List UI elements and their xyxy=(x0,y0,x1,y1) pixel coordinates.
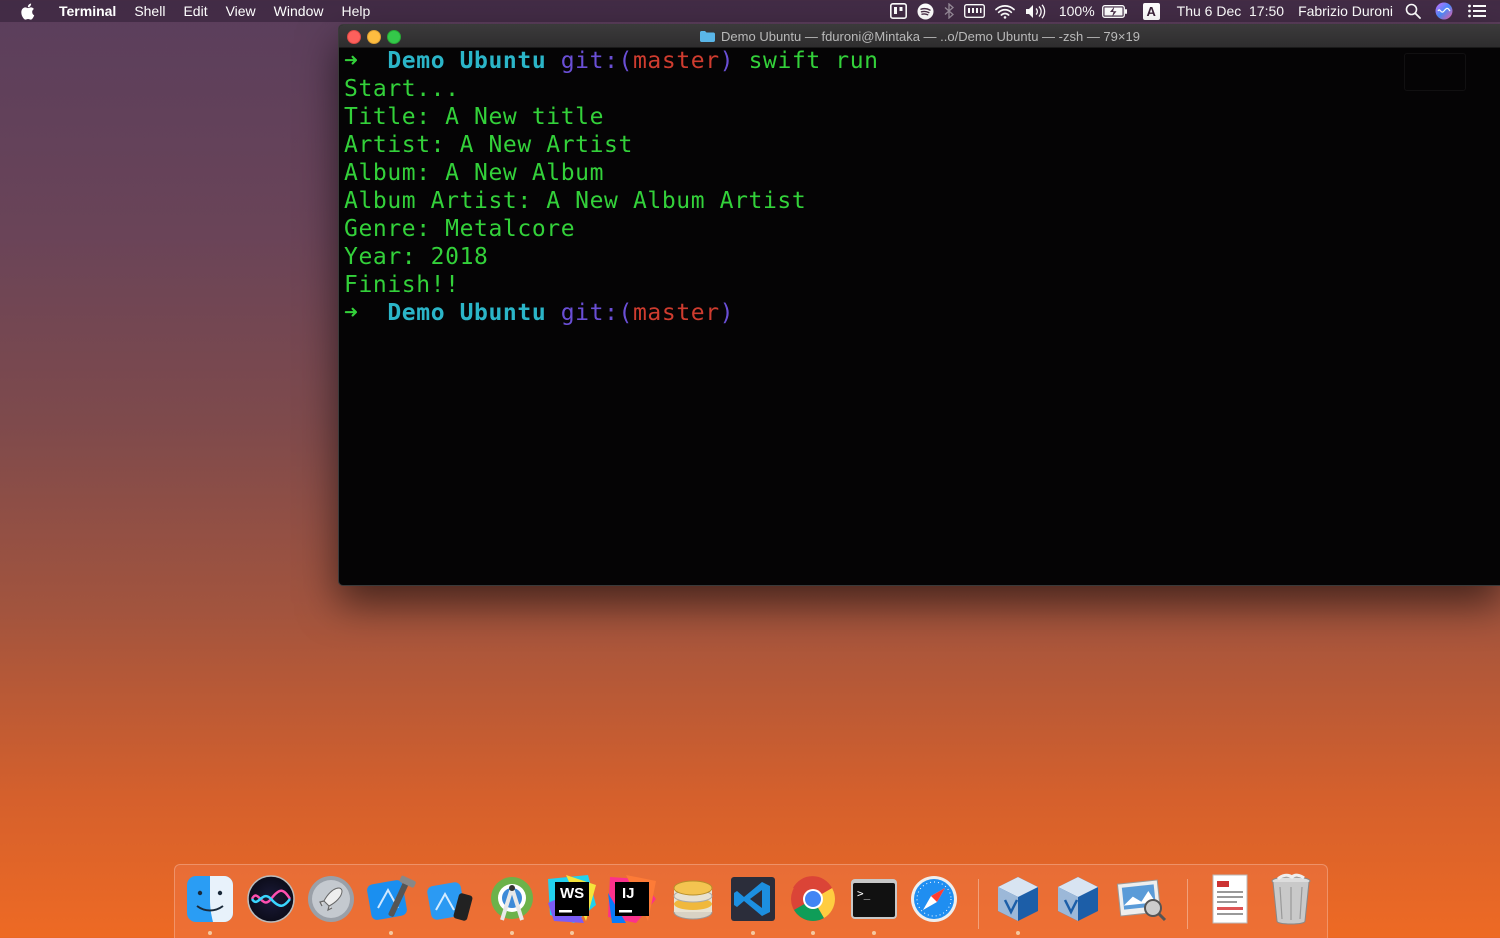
prompt-line: ➜ Demo Ubuntu git:(master) swift run xyxy=(344,47,1500,75)
running-indicator xyxy=(389,931,393,935)
running-indicator xyxy=(570,931,574,935)
output-line: Artist: A New Artist xyxy=(344,132,633,158)
webstorm-icon[interactable]: WS xyxy=(546,873,598,925)
running-indicator xyxy=(811,931,815,935)
menu-window[interactable]: Window xyxy=(265,0,333,22)
window-title-container: Demo Ubuntu — fduroni@Mintaka — ..o/Demo… xyxy=(339,25,1500,47)
spotlight-search-icon[interactable] xyxy=(1405,3,1421,19)
virtualbox-icon[interactable] xyxy=(992,873,1044,925)
prompt-git-close: ) xyxy=(719,48,735,74)
prompt-line: ➜ Demo Ubuntu git:(master) xyxy=(344,299,1500,327)
prompt-branch: master xyxy=(632,300,720,326)
folder-icon xyxy=(700,30,716,42)
running-indicator xyxy=(751,931,755,935)
prompt-git-label: git:( xyxy=(560,300,633,326)
intellij-icon[interactable]: IJ xyxy=(606,873,658,925)
menu-help[interactable]: Help xyxy=(332,0,379,22)
terminal-icon[interactable]: >_ xyxy=(848,873,900,925)
simulator-icon[interactable] xyxy=(425,873,477,925)
prompt-arrow-icon: ➜ xyxy=(344,300,359,326)
menu-shell[interactable]: Shell xyxy=(125,0,174,22)
dock-separator xyxy=(1187,879,1188,929)
battery-charging-icon[interactable] xyxy=(1101,4,1128,18)
vscode-icon[interactable] xyxy=(727,873,779,925)
user-name[interactable]: Fabrizio Duroni xyxy=(1298,3,1393,19)
menu-app-terminal[interactable]: Terminal xyxy=(50,0,125,22)
clock[interactable]: Thu 6 Dec 17:50 xyxy=(1177,3,1284,19)
siri-icon[interactable] xyxy=(245,873,297,925)
prompt-directory: Demo Ubuntu xyxy=(387,300,547,326)
dock: WS IJ >_ xyxy=(174,864,1328,938)
command-text: swift run xyxy=(748,48,879,74)
keyboard-icon[interactable] xyxy=(963,4,985,18)
trello-icon[interactable] xyxy=(889,3,907,19)
virtualbox-vm-icon[interactable] xyxy=(1052,873,1104,925)
running-indicator xyxy=(208,931,212,935)
window-title: Demo Ubuntu — fduroni@Mintaka — ..o/Demo… xyxy=(721,28,1140,44)
volume-icon[interactable] xyxy=(1025,3,1047,19)
trash-icon[interactable] xyxy=(1265,873,1317,925)
output-line: Start... xyxy=(344,76,460,102)
apple-menu-icon[interactable] xyxy=(20,3,36,20)
output-line: Album Artist: A New Album Artist xyxy=(344,188,807,214)
document-icon[interactable] xyxy=(1204,873,1256,925)
prompt-git-label: git:( xyxy=(560,48,633,74)
input-source-icon[interactable]: A xyxy=(1142,2,1160,20)
siri-icon[interactable] xyxy=(1435,2,1453,20)
preview-icon[interactable] xyxy=(1115,873,1167,925)
wifi-icon[interactable] xyxy=(994,4,1015,19)
spotify-icon[interactable] xyxy=(917,3,934,20)
intellij-label: IJ xyxy=(622,885,635,902)
terminal-icon-label: >_ xyxy=(857,887,871,900)
terminal-content[interactable]: ➜ Demo Ubuntu git:(master) swift run Sta… xyxy=(344,47,1500,585)
running-indicator xyxy=(872,931,876,935)
android-studio-icon[interactable] xyxy=(486,873,538,925)
battery-percentage[interactable]: 100% xyxy=(1059,3,1095,19)
running-indicator xyxy=(510,931,514,935)
menu-edit[interactable]: Edit xyxy=(174,0,216,22)
output-line: Album: A New Album xyxy=(344,160,605,186)
prompt-branch: master xyxy=(632,48,720,74)
menu-view[interactable]: View xyxy=(217,0,265,22)
safari-icon[interactable] xyxy=(908,873,960,925)
launchpad-icon[interactable] xyxy=(305,873,357,925)
running-indicator xyxy=(1016,931,1020,935)
terminal-window[interactable]: Demo Ubuntu — fduroni@Mintaka — ..o/Demo… xyxy=(338,24,1500,586)
bluetooth-icon[interactable] xyxy=(944,3,954,19)
sequel-pro-icon[interactable] xyxy=(667,873,719,925)
webstorm-label: WS xyxy=(560,885,585,902)
output-line: Genre: Metalcore xyxy=(344,216,576,242)
xcode-icon[interactable] xyxy=(365,873,417,925)
prompt-directory: Demo Ubuntu xyxy=(387,48,547,74)
notification-center-icon[interactable] xyxy=(1468,4,1486,18)
output-line: Title: A New title xyxy=(344,104,605,130)
prompt-git-close: ) xyxy=(719,300,735,326)
input-source-letter: A xyxy=(1142,2,1160,20)
chrome-icon[interactable] xyxy=(787,873,839,925)
output-line: Finish!! xyxy=(344,272,460,298)
prompt-arrow-icon: ➜ xyxy=(344,48,359,74)
menu-bar: Terminal Shell Edit View Window Help 100… xyxy=(0,0,1500,22)
finder-icon[interactable] xyxy=(184,873,236,925)
output-line: Year: 2018 xyxy=(344,244,489,270)
dock-separator xyxy=(978,879,979,929)
window-titlebar[interactable]: Demo Ubuntu — fduroni@Mintaka — ..o/Demo… xyxy=(339,25,1500,48)
